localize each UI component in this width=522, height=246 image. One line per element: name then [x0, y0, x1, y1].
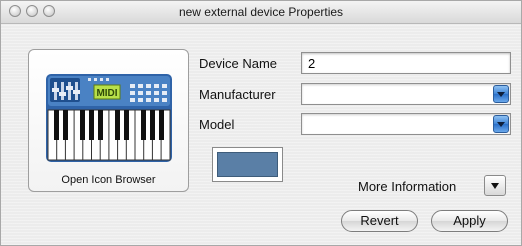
midi-keyboard-icon: MIDI	[46, 74, 172, 162]
manufacturer-label: Manufacturer	[199, 87, 276, 102]
open-icon-browser-label: Open Icon Browser	[61, 174, 156, 186]
model-label: Model	[199, 117, 235, 132]
window-title: new external device Properties	[178, 5, 344, 19]
more-information-toggle[interactable]	[484, 175, 506, 196]
device-name-input[interactable]	[301, 52, 511, 74]
properties-window: new external device Properties MIDI Open…	[0, 0, 522, 246]
chevron-down-icon[interactable]	[493, 115, 509, 133]
color-swatch-button[interactable]	[212, 147, 283, 182]
revert-button[interactable]: Revert	[341, 210, 418, 232]
apply-button[interactable]: Apply	[431, 210, 508, 232]
more-information-label: More Information	[358, 179, 457, 194]
midi-display-text: MIDI	[96, 88, 117, 99]
model-combo[interactable]	[301, 113, 511, 135]
open-icon-browser-button[interactable]: MIDI Open Icon Browser	[28, 49, 189, 192]
title-bar: new external device Properties	[1, 1, 521, 24]
manufacturer-combo[interactable]	[301, 83, 511, 105]
device-name-label: Device Name	[199, 56, 278, 71]
color-swatch-fill	[217, 152, 278, 177]
chevron-down-icon[interactable]	[493, 85, 509, 103]
